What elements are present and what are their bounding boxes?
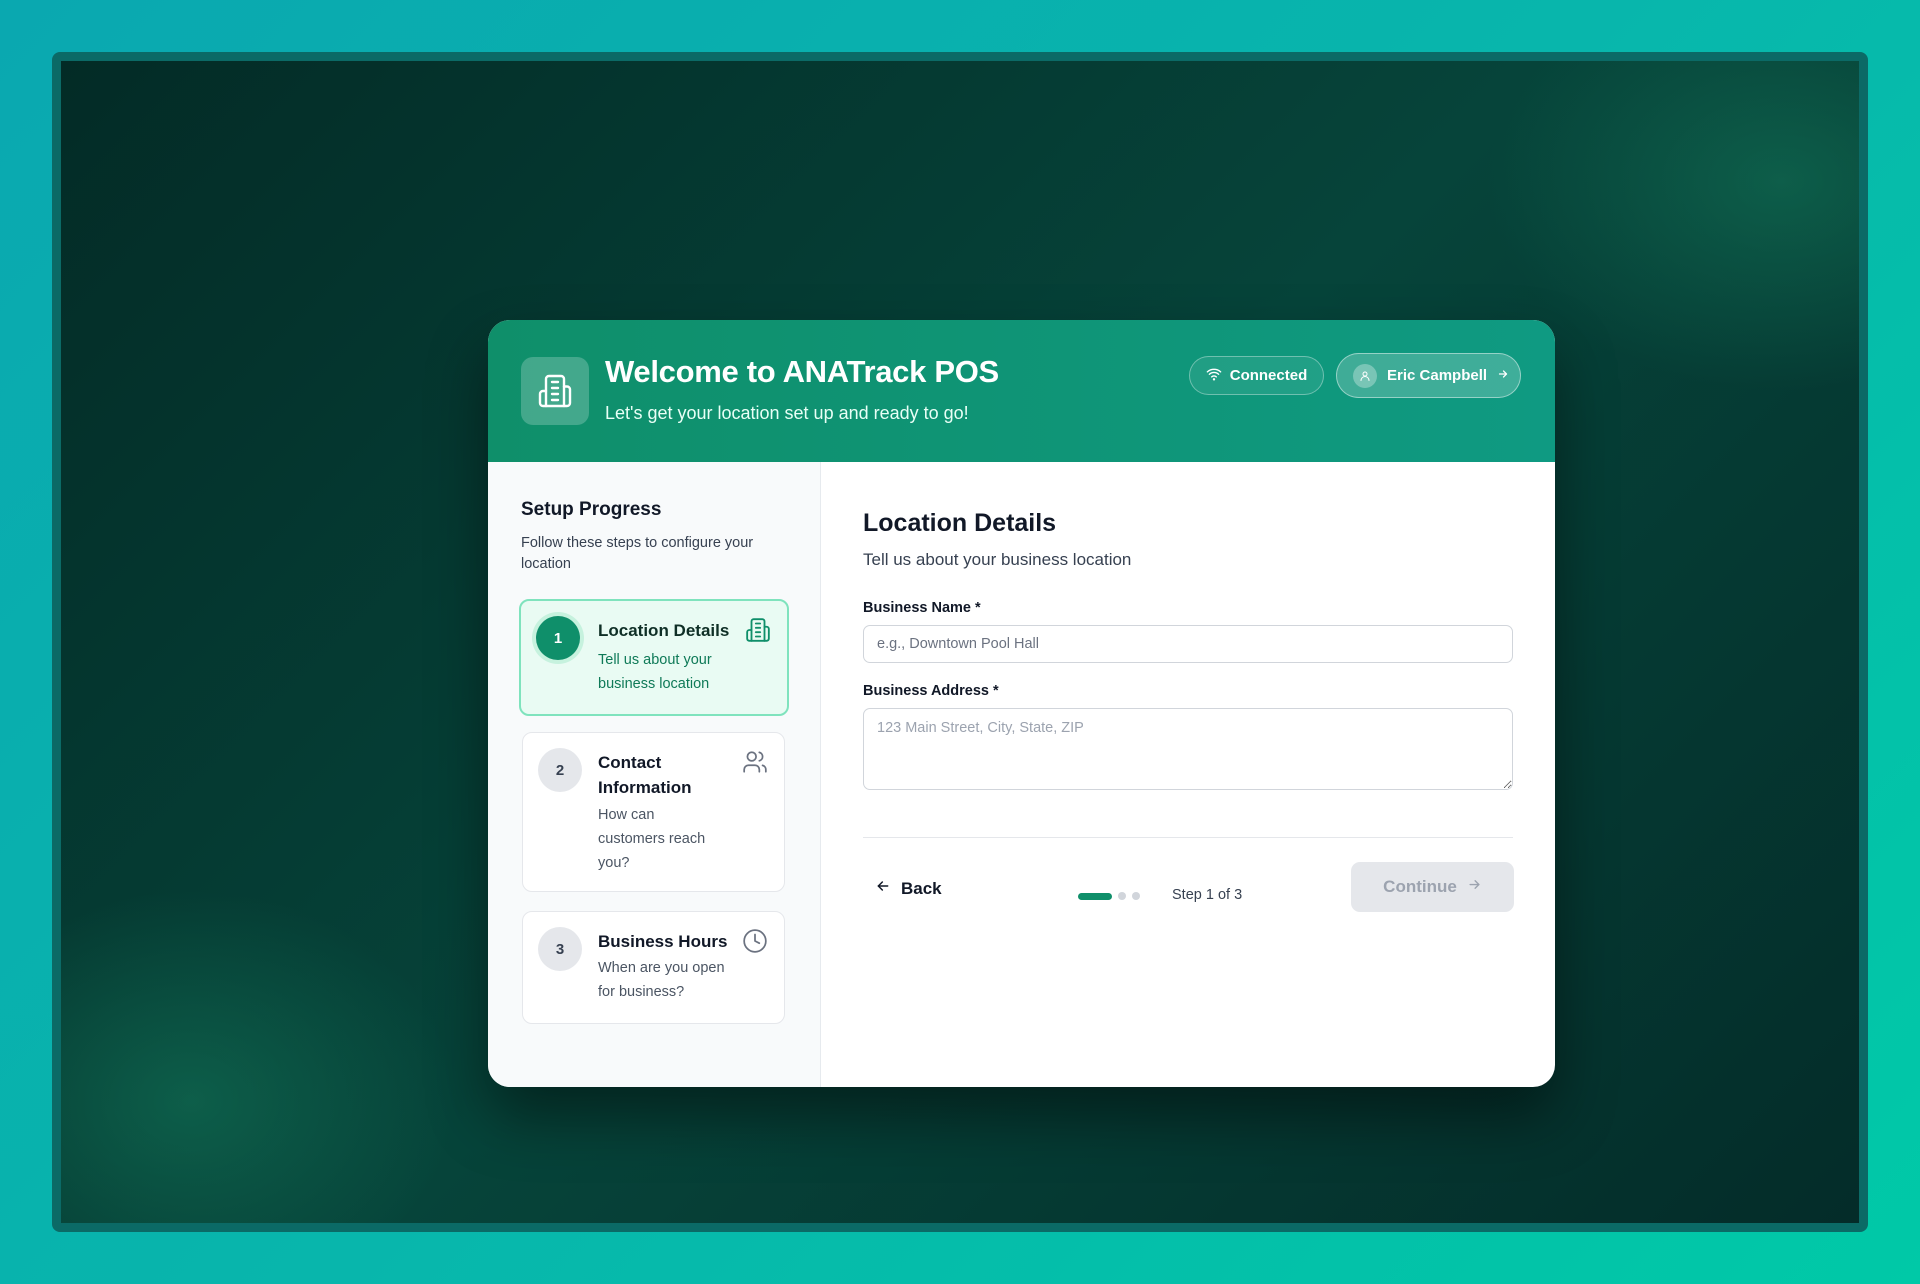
business-name-label: Business Name * (863, 600, 981, 616)
arrow-right-icon (1497, 367, 1509, 384)
step-description: When are you open for business? (598, 960, 725, 1000)
step-indicator: Step 1 of 3 (1172, 887, 1243, 903)
continue-button[interactable]: Continue (1351, 862, 1514, 912)
clock-icon (742, 928, 768, 959)
setup-card: Welcome to ANATrack POS Let's get your l… (488, 320, 1555, 1087)
building-icon (745, 617, 771, 648)
progress-dot-active (1078, 892, 1112, 900)
arrow-left-icon (875, 878, 891, 899)
business-address-label: Business Address * (863, 683, 999, 699)
user-name: Eric Campbell (1387, 367, 1488, 384)
form-divider (863, 837, 1513, 838)
step-business-hours[interactable]: 3 Business Hours When are you open for b… (522, 911, 785, 1024)
step-progress-dots (1078, 892, 1140, 900)
user-avatar-icon (1353, 363, 1377, 388)
connection-status-badge: Connected (1189, 356, 1324, 395)
step-title: Location Details (598, 621, 730, 640)
user-menu-button[interactable]: Eric Campbell (1336, 353, 1521, 398)
users-icon (742, 749, 768, 780)
arrow-right-icon (1467, 877, 1482, 897)
building-logo-icon (521, 357, 589, 425)
business-address-textarea[interactable] (863, 708, 1513, 790)
step-location-details[interactable]: 1 Location Details Tell us about your bu… (519, 599, 789, 716)
back-button-label: Back (901, 878, 942, 898)
business-name-input[interactable] (863, 625, 1513, 663)
page-subtitle: Let's get your location set up and ready… (605, 403, 969, 423)
step-number: 3 (538, 927, 582, 971)
sidebar-title: Setup Progress (521, 499, 662, 520)
step-description: Tell us about your business location (598, 652, 712, 692)
wifi-icon (1206, 366, 1222, 386)
continue-button-label: Continue (1383, 877, 1457, 896)
location-details-form: Location Details Tell us about your busi… (822, 462, 1555, 1087)
app-window: Welcome to ANATrack POS Let's get your l… (52, 52, 1868, 1232)
setup-header: Welcome to ANATrack POS Let's get your l… (488, 320, 1555, 462)
form-subtitle: Tell us about your business location (863, 550, 1132, 569)
progress-dot (1132, 892, 1140, 900)
step-number: 1 (536, 616, 580, 660)
page-title: Welcome to ANATrack POS (605, 354, 999, 389)
sidebar-subtitle: Follow these steps to configure your loc… (521, 535, 754, 572)
back-button[interactable]: Back (875, 878, 942, 899)
setup-progress-sidebar: Setup Progress Follow these steps to con… (488, 462, 821, 1087)
step-contact-information[interactable]: 2 Contact Information How can customers … (522, 732, 785, 892)
step-title: Business Hours (598, 932, 728, 951)
progress-dot (1118, 892, 1126, 900)
form-title: Location Details (863, 509, 1057, 537)
step-title: Contact Information (598, 753, 692, 797)
connection-status-label: Connected (1229, 367, 1308, 384)
step-description: How can customers reach you? (598, 807, 706, 871)
step-number: 2 (538, 748, 582, 792)
